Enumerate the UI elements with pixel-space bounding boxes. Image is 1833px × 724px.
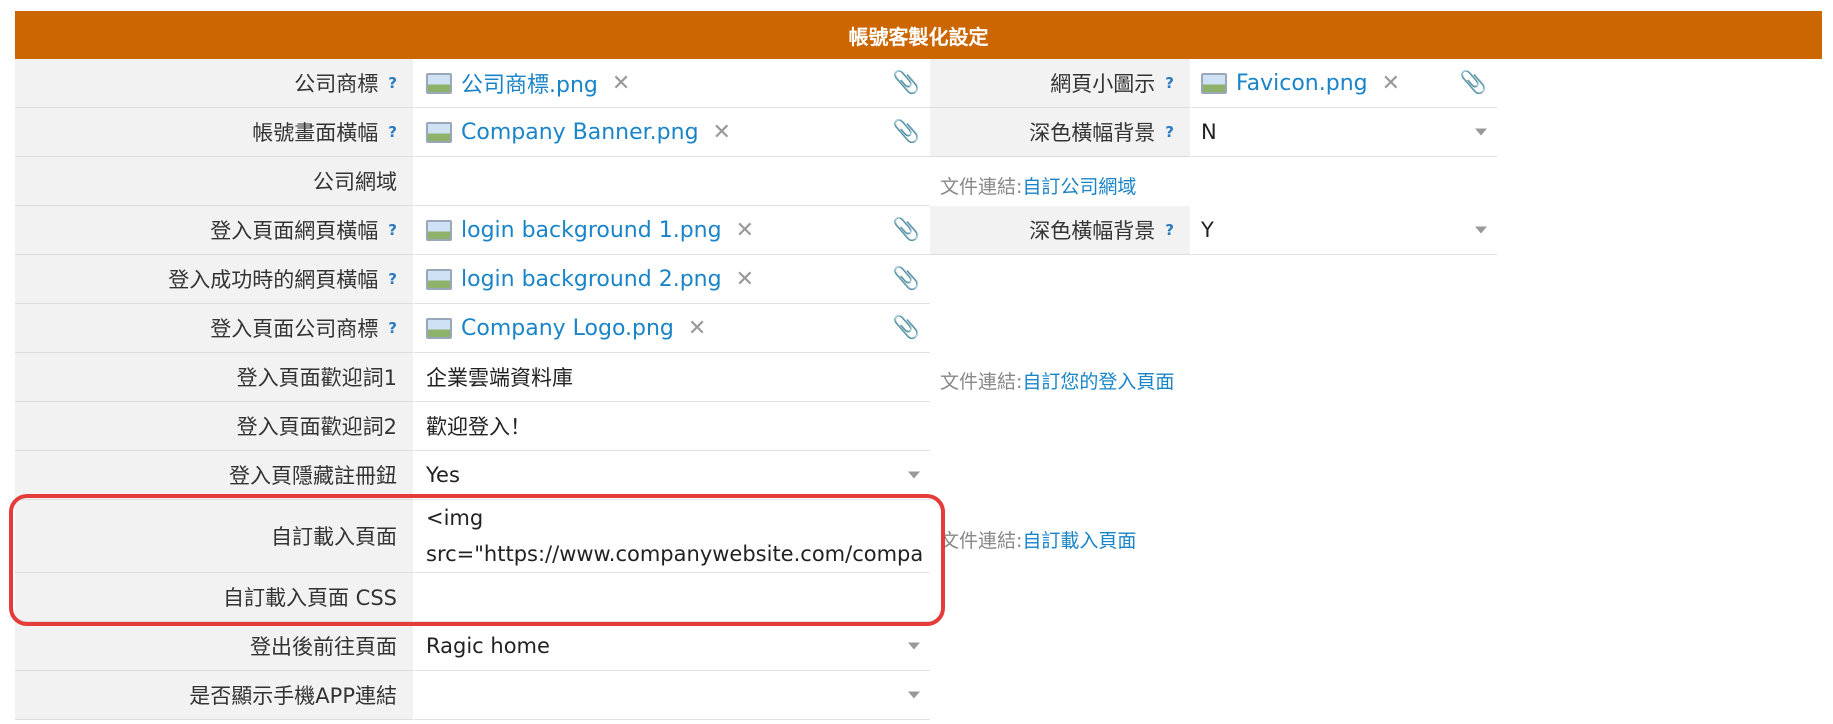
help-icon[interactable]: ? — [388, 123, 397, 141]
form-row-login-banner: 登入頁面網頁橫幅? login background 1.png ✕ 📎 — [15, 206, 930, 255]
dropdown-arrow-icon[interactable] — [1475, 128, 1487, 136]
field-label: 登入頁面公司商標 — [210, 317, 379, 341]
form-row-login-success-banner: 登入成功時的網頁橫幅? login background 2.png ✕ 📎 — [15, 255, 930, 304]
company-domain-input[interactable] — [414, 157, 930, 206]
form-row-favicon: 網頁小圖示? Favicon.png ✕ 📎 — [930, 59, 1497, 108]
image-file-icon — [426, 72, 452, 94]
dropdown-arrow-icon[interactable] — [908, 691, 920, 699]
file-field-login-banner[interactable]: login background 1.png ✕ 📎 — [414, 206, 930, 255]
select-value: Y — [1201, 218, 1214, 242]
remove-file-icon[interactable]: ✕ — [1382, 71, 1400, 96]
remove-file-icon[interactable]: ✕ — [713, 120, 731, 145]
file-field-company-logo[interactable]: 公司商標.png ✕ 📎 — [414, 59, 930, 108]
image-file-icon — [426, 121, 452, 143]
form-row-logout-redirect: 登出後前往頁面 Ragic home — [15, 622, 930, 671]
file-field-favicon[interactable]: Favicon.png ✕ 📎 — [1191, 59, 1497, 108]
field-label: 登入頁面歡迎詞1 — [236, 366, 397, 390]
dropdown-arrow-icon[interactable] — [908, 642, 920, 650]
field-label: 登入頁面歡迎詞2 — [236, 415, 397, 439]
show-app-link-select[interactable] — [414, 671, 930, 720]
field-label: 帳號畫面橫幅 — [252, 121, 379, 145]
doc-link-loading: 文件連結:自訂載入頁面 — [940, 526, 1136, 553]
file-link[interactable]: Company Logo.png — [461, 316, 674, 341]
section-header: 帳號客製化設定 — [15, 11, 1822, 59]
note-prefix: 文件連結: — [940, 176, 1023, 198]
form-row-hide-register: 登入頁隱藏註冊鈕 Yes — [15, 451, 930, 500]
select-value: Yes — [426, 463, 460, 487]
section-title: 帳號客製化設定 — [848, 24, 989, 49]
highlight-box — [9, 494, 945, 626]
image-file-icon — [426, 268, 452, 290]
file-link[interactable]: 公司商標.png — [461, 67, 598, 99]
remove-file-icon[interactable]: ✕ — [736, 218, 754, 243]
link-custom-login[interactable]: 自訂您的登入頁面 — [1022, 371, 1174, 393]
help-icon[interactable]: ? — [388, 319, 397, 337]
file-link[interactable]: Favicon.png — [1236, 71, 1368, 96]
remove-file-icon[interactable]: ✕ — [612, 71, 630, 96]
hide-register-select[interactable]: Yes — [414, 451, 930, 500]
help-icon[interactable]: ? — [1165, 74, 1174, 92]
dropdown-arrow-icon[interactable] — [908, 471, 920, 479]
image-file-icon — [426, 219, 452, 241]
form-row-dark-banner-2: 深色橫幅背景? Y — [930, 206, 1497, 255]
file-field-login-success-banner[interactable]: login background 2.png ✕ 📎 — [414, 255, 930, 304]
note-prefix: 文件連結: — [940, 530, 1023, 552]
form-row-welcome-1: 登入頁面歡迎詞1 企業雲端資料庫 — [15, 353, 930, 402]
file-field-login-company-logo[interactable]: Company Logo.png ✕ 📎 — [414, 304, 930, 353]
dark-banner-select-1[interactable]: N — [1191, 108, 1497, 157]
field-label: 公司網域 — [313, 170, 397, 194]
field-label: 是否顯示手機APP連結 — [189, 684, 397, 708]
attach-icon[interactable]: 📎 — [893, 267, 920, 292]
remove-file-icon[interactable]: ✕ — [736, 267, 754, 292]
help-icon[interactable]: ? — [388, 270, 397, 288]
file-link[interactable]: login background 1.png — [461, 218, 722, 243]
image-file-icon — [1201, 72, 1227, 94]
dropdown-arrow-icon[interactable] — [1475, 226, 1487, 234]
logout-redirect-select[interactable]: Ragic home — [414, 622, 930, 671]
attach-icon[interactable]: 📎 — [1460, 71, 1487, 96]
form-row-company-logo: 公司商標? 公司商標.png ✕ 📎 — [15, 59, 930, 108]
help-icon[interactable]: ? — [1165, 221, 1174, 239]
form-row-login-company-logo: 登入頁面公司商標? Company Logo.png ✕ 📎 — [15, 304, 930, 353]
select-value: Ragic home — [426, 634, 550, 658]
doc-link-domain: 文件連結:自訂公司網域 — [940, 172, 1136, 199]
field-label: 登入成功時的網頁橫幅 — [168, 268, 379, 292]
file-link[interactable]: login background 2.png — [461, 267, 722, 292]
form-row-account-banner: 帳號畫面橫幅? Company Banner.png ✕ 📎 — [15, 108, 930, 157]
field-label: 深色橫幅背景 — [1029, 219, 1156, 243]
attach-icon[interactable]: 📎 — [893, 71, 920, 96]
link-custom-domain[interactable]: 自訂公司網域 — [1022, 176, 1136, 198]
image-file-icon — [426, 317, 452, 339]
form-row-show-app-link: 是否顯示手機APP連結 — [15, 671, 930, 720]
dark-banner-select-2[interactable]: Y — [1191, 206, 1497, 255]
field-label: 登入頁面網頁橫幅 — [210, 219, 379, 243]
field-label: 深色橫幅背景 — [1029, 121, 1156, 145]
welcome-2-input[interactable]: 歡迎登入！ — [414, 402, 930, 451]
welcome-1-input[interactable]: 企業雲端資料庫 — [414, 353, 930, 402]
form-row-company-domain: 公司網域 — [15, 157, 930, 206]
link-custom-loading[interactable]: 自訂載入頁面 — [1022, 530, 1136, 552]
attach-icon[interactable]: 📎 — [893, 120, 920, 145]
remove-file-icon[interactable]: ✕ — [688, 316, 706, 341]
form-row-welcome-2: 登入頁面歡迎詞2 歡迎登入！ — [15, 402, 930, 451]
help-icon[interactable]: ? — [388, 74, 397, 92]
help-icon[interactable]: ? — [388, 221, 397, 239]
field-label: 網頁小圖示 — [1050, 72, 1156, 96]
attach-icon[interactable]: 📎 — [893, 316, 920, 341]
attach-icon[interactable]: 📎 — [893, 218, 920, 243]
field-label: 公司商標 — [294, 72, 379, 96]
help-icon[interactable]: ? — [1165, 123, 1174, 141]
form-row-dark-banner-1: 深色橫幅背景? N — [930, 108, 1497, 157]
doc-link-login: 文件連結:自訂您的登入頁面 — [940, 367, 1174, 394]
select-value: N — [1201, 120, 1217, 144]
file-link[interactable]: Company Banner.png — [461, 120, 699, 145]
file-field-account-banner[interactable]: Company Banner.png ✕ 📎 — [414, 108, 930, 157]
field-label: 登出後前往頁面 — [250, 635, 397, 659]
note-prefix: 文件連結: — [940, 371, 1023, 393]
field-label: 登入頁隱藏註冊鈕 — [229, 464, 397, 488]
